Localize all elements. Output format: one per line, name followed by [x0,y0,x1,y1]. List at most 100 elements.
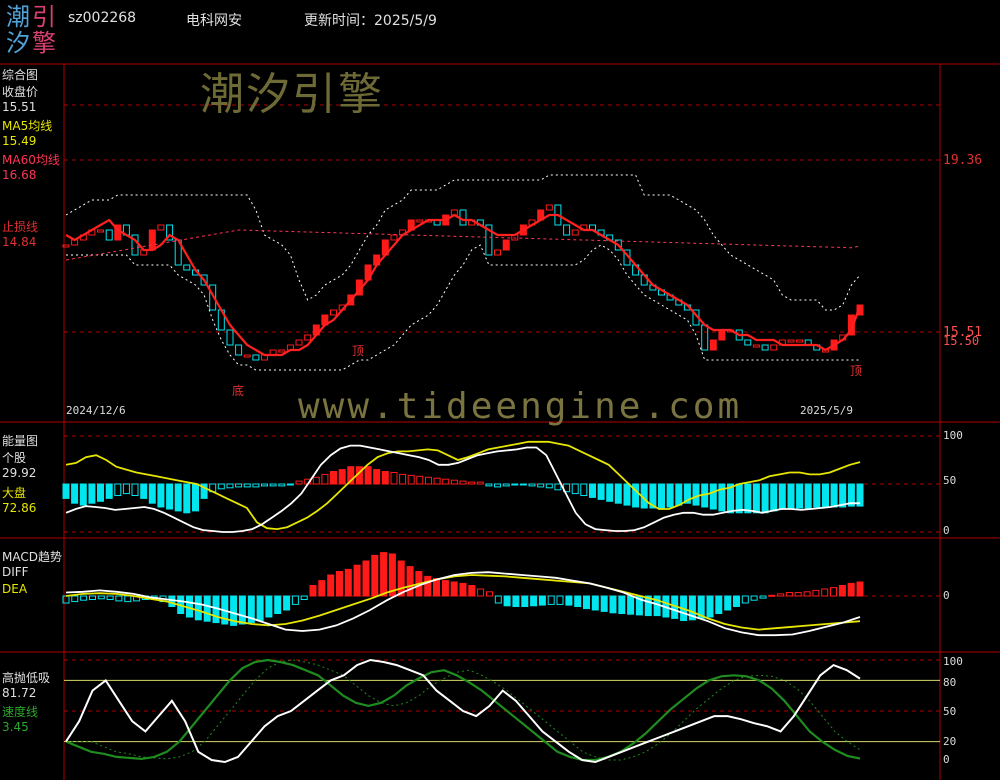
energy-bar-71 [675,483,683,506]
energy-bar-48 [476,481,484,485]
macd-bar-84 [803,591,811,597]
energy-bar-57 [554,483,562,491]
energy-bar-36 [373,469,381,485]
energy-bar-84 [787,483,795,510]
p2-tick-100: 100 [943,429,963,442]
candle-75 [709,339,717,351]
macd-bar-5 [106,595,114,600]
energy-bar-85 [796,483,804,509]
candle-10 [148,229,156,251]
energy-bar-63 [606,483,614,502]
energy-bar-51 [502,483,510,487]
candle-74 [701,324,709,351]
energy-bar-70 [666,483,674,508]
dea-label: DEA [2,582,28,596]
candle-84 [787,339,795,343]
energy-bar-10 [148,483,156,504]
macd-bar-35 [371,554,379,597]
macd-bar-32 [344,568,352,597]
stock-energy-value: 29.92 [2,466,37,480]
macd-bar-48 [486,591,493,597]
macd-bar-29 [318,580,326,597]
candle-58 [563,224,571,236]
macd-bar-80 [768,594,776,597]
macd-bar-73 [706,595,714,618]
macd-bar-44 [450,581,458,597]
candle-38 [390,234,398,241]
energy-bar-29 [312,476,320,485]
macd-bar-54 [538,595,546,606]
energy-bar-18 [217,483,225,490]
p4-tick-80: 80 [943,676,957,689]
macd-bar-15 [194,595,202,621]
macd-bar-30 [327,574,335,597]
macd-bar-63 [618,595,626,614]
stock-energy-label: 个股 [2,451,27,465]
macd-bar-78 [750,595,758,601]
panel4-title: 高抛低吸 [2,671,51,685]
energy-bar-31 [330,471,337,485]
energy-bar-44 [442,478,450,485]
diff-label: DIFF [2,565,29,579]
energy-bar-83 [778,483,786,510]
energy-bar-20 [235,483,243,488]
macd-bar-87 [830,587,837,597]
macd-bar-64 [627,595,635,615]
ma60-value: 16.68 [2,168,37,182]
date-start: 2024/12/6 [66,404,126,417]
candle-79 [744,339,752,346]
macd-bar-58 [574,595,582,607]
energy-bar-88 [822,483,829,508]
candle-28 [304,334,312,341]
watermark-cn: 潮汐引擎 [200,69,384,120]
energy-bar-87 [813,483,821,508]
macd-bar-61 [600,595,608,612]
energy-bar-25 [278,483,286,487]
watermark-url: www.tideengine.com [298,386,743,427]
macd-bar-7 [124,595,132,603]
macd-bar-59 [583,595,590,610]
candle-41 [416,219,424,223]
macd-bar-25 [283,595,291,611]
energy-bar-79 [744,483,752,514]
ma5-label: MA5均线 [2,119,53,133]
p2-tick-0: 0 [943,524,950,537]
macd-bar-20 [238,595,246,625]
macd-bar-46 [468,585,476,597]
energy-bar-19 [226,483,234,489]
macd-bar-45 [459,582,467,597]
energy-bar-15 [192,483,199,512]
energy-bar-4 [97,483,104,502]
energy-bar-89 [830,483,838,508]
candle-27 [295,339,303,346]
macd-bar-43 [441,580,449,597]
energy-bar-3 [88,483,96,504]
stop-label: 止损线 [2,220,39,234]
p4-tick-20: 20 [943,735,957,748]
energy-bar-82 [770,483,778,512]
macd-bar-27 [300,595,308,600]
energy-bar-41 [416,475,424,485]
macd-bar-56 [556,595,564,605]
energy-bar-49 [485,483,493,487]
panel3-title: MACD趋势 [2,550,62,564]
energy-bar-14 [183,483,191,514]
energy-bar-54 [528,483,536,487]
energy-bar-52 [511,483,519,486]
macd-bar-16 [203,595,211,622]
energy-bar-27 [295,480,303,485]
macd-bar-77 [741,595,749,604]
energy-bar-60 [580,483,588,496]
candle-21 [243,354,251,358]
candle-51 [502,239,510,251]
energy-bar-42 [425,476,432,485]
axis-top-price: 19.36 [943,153,983,168]
macd-bar-47 [477,588,485,597]
energy-bar-1 [71,483,79,504]
energy-bar-62 [597,483,605,500]
energy-bar-65 [623,483,631,506]
energy-bar-55 [537,483,545,488]
energy-bar-22 [252,483,260,488]
energy-bar-11 [157,483,165,508]
macd-bar-1 [71,595,79,603]
